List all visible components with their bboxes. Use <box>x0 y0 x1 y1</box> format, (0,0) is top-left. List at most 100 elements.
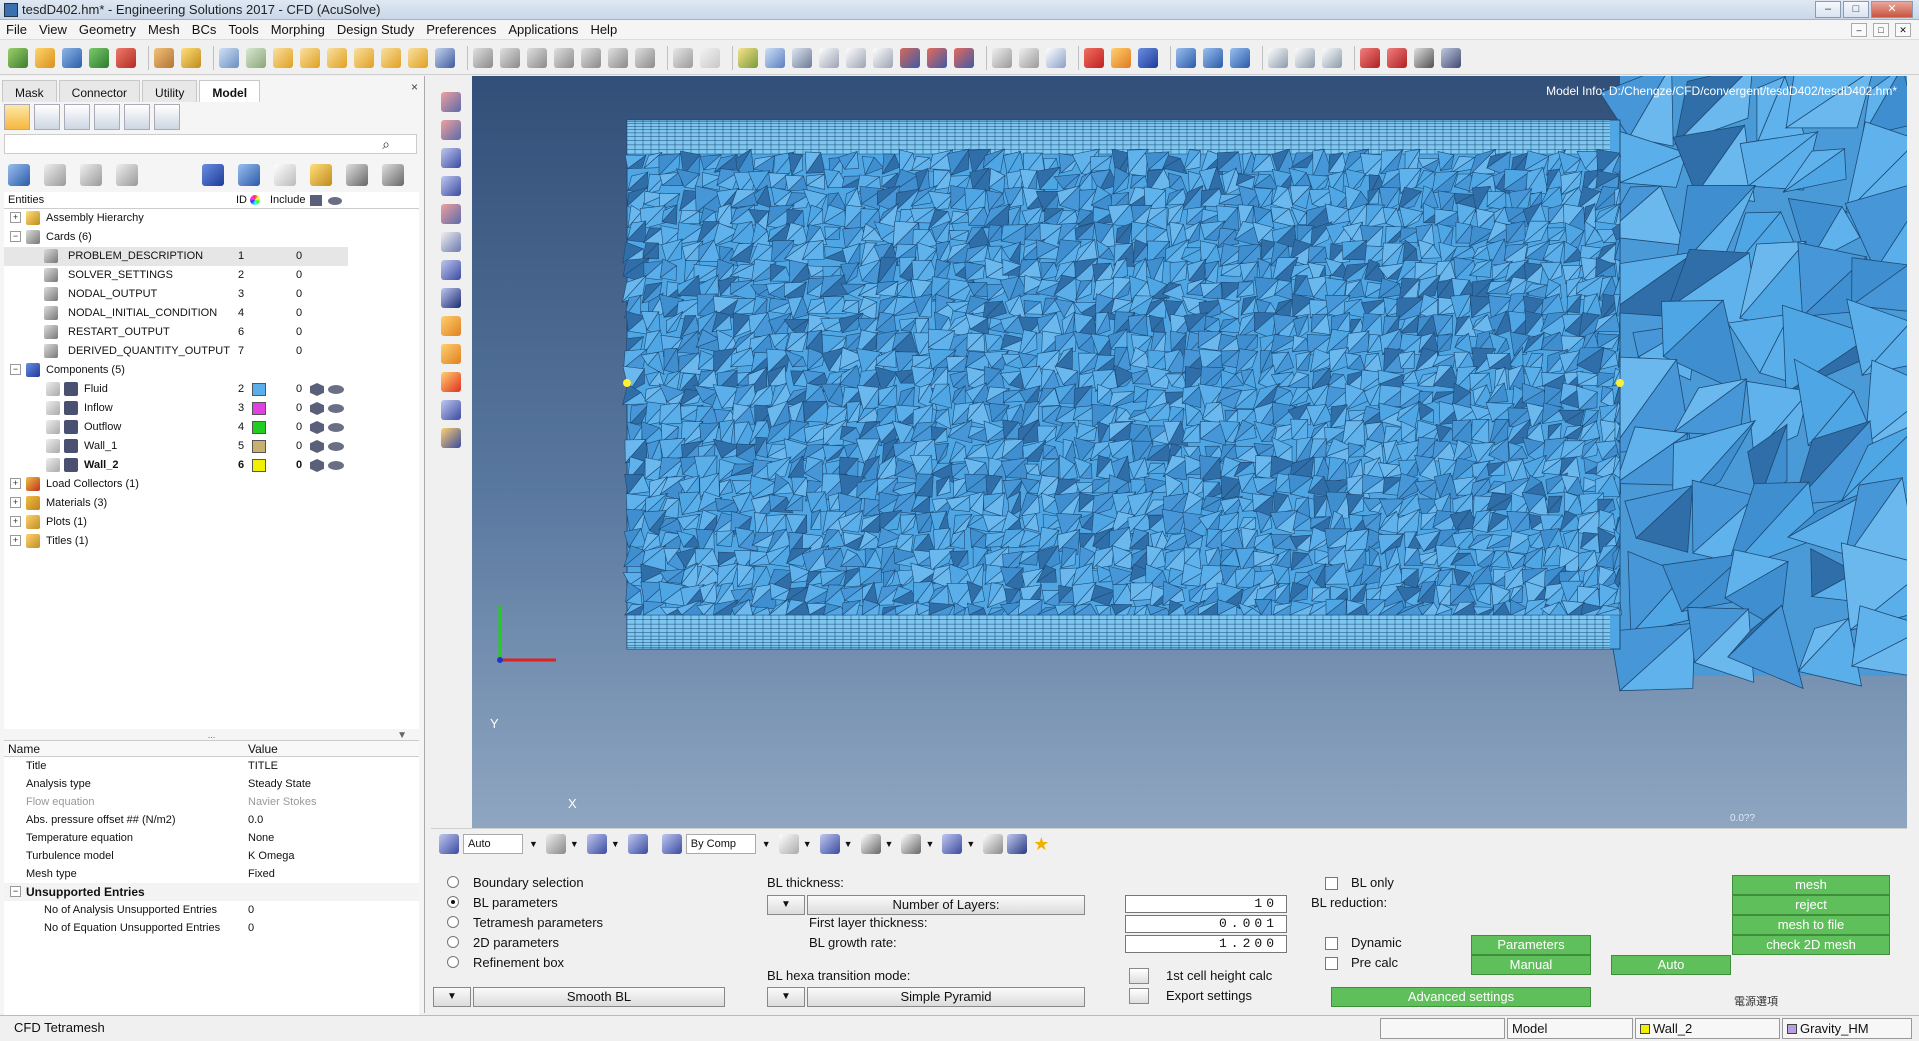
export-settings-button[interactable]: Export settings <box>1166 988 1252 1003</box>
elem-icon[interactable] <box>819 833 840 854</box>
mesh-to-file-button[interactable]: mesh to file <box>1732 915 1890 935</box>
eye-icon[interactable] <box>328 423 344 432</box>
surface-icon[interactable] <box>765 47 785 68</box>
line-dropdown-icon[interactable]: ▼ <box>885 839 894 849</box>
advanced-settings-button[interactable]: Advanced settings <box>1331 987 1591 1007</box>
model-view-icon[interactable] <box>4 104 30 130</box>
reject-button[interactable]: reject <box>1732 895 1890 915</box>
measure-icon[interactable] <box>441 316 461 336</box>
tree-row-materials[interactable]: + Materials (3) <box>4 494 419 513</box>
label-abc-red-icon[interactable] <box>441 372 461 392</box>
elem-dropdown-icon[interactable]: ▼ <box>844 839 853 849</box>
expand-toggle[interactable]: + <box>10 497 21 508</box>
tree-row-load-collectors[interactable]: + Load Collectors (1) <box>4 475 419 494</box>
pre-calc-checkbox[interactable] <box>1325 957 1338 970</box>
property-value[interactable]: Fixed <box>248 868 275 880</box>
menu-preferences[interactable]: Preferences <box>426 22 496 37</box>
tree-row-component[interactable]: Fluid 2 0 <box>4 380 419 399</box>
entities-column[interactable]: Entities <box>8 194 44 206</box>
tab-connector[interactable]: Connector <box>58 80 141 102</box>
status-current-component[interactable]: Wall_2 <box>1635 1018 1780 1039</box>
expand-toggle[interactable]: + <box>10 535 21 546</box>
redo-icon[interactable] <box>700 47 720 68</box>
filter-icon[interactable] <box>43 164 66 186</box>
simple-pyramid-button[interactable]: Simple Pyramid <box>807 987 1085 1007</box>
tetramesh-parameters-radio[interactable] <box>447 916 459 928</box>
save-model-icon[interactable] <box>62 47 82 68</box>
bl-only-checkbox[interactable] <box>1325 877 1338 890</box>
checkbox-icon[interactable] <box>46 382 60 396</box>
property-row[interactable]: Title TITLE <box>4 757 419 775</box>
doc-close-button[interactable]: ✕ <box>1895 22 1911 37</box>
link-icon[interactable] <box>1360 47 1380 68</box>
property-value[interactable]: Steady State <box>248 778 311 790</box>
tool-6-icon[interactable] <box>441 232 461 252</box>
number-of-layers-field[interactable]: 10 <box>1125 895 1287 913</box>
hexa-transition-dropdown-icon[interactable]: ▼ <box>767 987 805 1007</box>
move-vertical-icon[interactable] <box>608 47 628 68</box>
bl-growth-rate-field[interactable]: 1.200 <box>1125 935 1287 953</box>
tool-4-icon[interactable] <box>441 176 461 196</box>
splitter-grip[interactable]: ... <box>208 730 216 740</box>
color-swatch[interactable] <box>252 383 266 396</box>
surface-dropdown-icon[interactable]: ▼ <box>611 839 620 849</box>
import-icon[interactable] <box>89 47 109 68</box>
display-mode-icon[interactable] <box>202 164 225 186</box>
expand-toggle[interactable]: − <box>10 364 21 375</box>
export-arrow-icon[interactable] <box>1129 988 1149 1004</box>
smooth-bl-button[interactable]: Smooth BL <box>473 987 725 1007</box>
tree-row-plots[interactable]: + Plots (1) <box>4 513 419 532</box>
status-current-loadcol[interactable]: Gravity_HM <box>1782 1018 1912 1039</box>
expand-toggle[interactable]: + <box>10 212 21 223</box>
tool-13-icon[interactable] <box>441 428 461 448</box>
color-swatch[interactable] <box>252 421 266 434</box>
bl-thickness-dropdown-icon[interactable]: ▼ <box>767 895 805 915</box>
expand-toggle[interactable]: − <box>10 231 21 242</box>
layers-icon[interactable] <box>942 833 963 854</box>
property-row[interactable]: Temperature equation None <box>4 829 419 847</box>
filter-3-icon[interactable] <box>115 164 138 186</box>
pointer-icon[interactable] <box>274 164 297 186</box>
dynamic-checkbox[interactable] <box>1325 937 1338 950</box>
layers-dropdown-icon[interactable]: ▼ <box>966 839 975 849</box>
close-button[interactable]: ✕ <box>1871 1 1913 18</box>
pan-icon[interactable] <box>527 47 547 68</box>
boundary-selection-radio[interactable] <box>447 876 459 888</box>
panel-close-icon[interactable]: × <box>411 80 418 94</box>
cube-icon[interactable] <box>846 47 866 68</box>
status-model[interactable]: Model <box>1507 1018 1633 1039</box>
shaded-cube-icon[interactable] <box>900 47 920 68</box>
isolate-icon[interactable] <box>238 164 261 186</box>
menu-mesh[interactable]: Mesh <box>148 22 180 37</box>
menu-tools[interactable]: Tools <box>228 22 258 37</box>
open-model-icon[interactable] <box>35 47 55 68</box>
maximize-button[interactable]: □ <box>1843 1 1869 18</box>
bycomp-select[interactable]: By Comp <box>685 833 756 854</box>
cube-solid-icon[interactable] <box>873 47 893 68</box>
unsupported-entries-group[interactable]: − Unsupported Entries <box>4 883 419 901</box>
expand-toggle[interactable]: − <box>10 886 21 897</box>
plane-dropdown-icon[interactable]: ▼ <box>925 839 934 849</box>
filter-2-icon[interactable] <box>79 164 102 186</box>
numbers-icon[interactable] <box>441 288 461 308</box>
search-icon[interactable]: ⌕ <box>382 136 390 153</box>
plane-icon[interactable] <box>901 833 922 854</box>
zoom-box-icon[interactable] <box>473 47 493 68</box>
checkbox-icon[interactable] <box>46 401 60 415</box>
hierarchy-view-icon[interactable] <box>34 104 60 130</box>
find-attached-icon[interactable] <box>1268 47 1288 68</box>
expand-tree-icon[interactable] <box>8 164 30 186</box>
chain-icon[interactable] <box>1387 47 1407 68</box>
smooth-bl-dropdown-icon[interactable]: ▼ <box>433 987 471 1007</box>
wire-dropdown-icon[interactable]: ▼ <box>803 839 812 849</box>
view-iso-icon[interactable] <box>381 47 401 68</box>
tree-row-component[interactable]: Inflow 3 0 <box>4 399 419 418</box>
tool-3-icon[interactable] <box>441 148 461 168</box>
show-icon[interactable] <box>310 164 333 186</box>
star-icon[interactable]: ★ <box>1031 834 1051 854</box>
first-cell-height-calc-button[interactable]: 1st cell height calc <box>1166 968 1272 983</box>
tree-row-card[interactable]: NODAL_OUTPUT 3 0 <box>4 285 419 304</box>
browser-search-input[interactable]: ⌕ <box>4 134 417 154</box>
cube-icon[interactable] <box>310 402 324 415</box>
eye-icon[interactable] <box>328 385 344 394</box>
